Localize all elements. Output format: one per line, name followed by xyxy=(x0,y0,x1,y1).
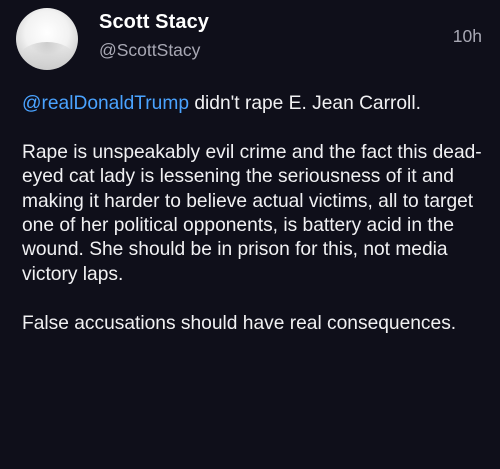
post-paragraph-2: Rape is unspeakably evil crime and the f… xyxy=(22,141,482,285)
post-card: Scott Stacy @ScottStacy 10h @realDonaldT… xyxy=(0,0,500,469)
author-display-name[interactable]: Scott Stacy xyxy=(99,11,209,34)
post-timestamp[interactable]: 10h xyxy=(453,26,482,47)
author-handle[interactable]: @ScottStacy xyxy=(99,40,200,61)
post-body: @realDonaldTrump didn't rape E. Jean Car… xyxy=(22,92,484,360)
post-paragraph-1: @realDonaldTrump didn't rape E. Jean Car… xyxy=(22,92,484,116)
avatar[interactable] xyxy=(16,8,78,70)
avatar-shade xyxy=(20,42,74,70)
mention-link[interactable]: @realDonaldTrump xyxy=(22,93,189,114)
paragraph-1-text: didn't rape E. Jean Carroll. xyxy=(189,93,421,114)
post-paragraph-3: False accusations should have real conse… xyxy=(22,312,457,334)
